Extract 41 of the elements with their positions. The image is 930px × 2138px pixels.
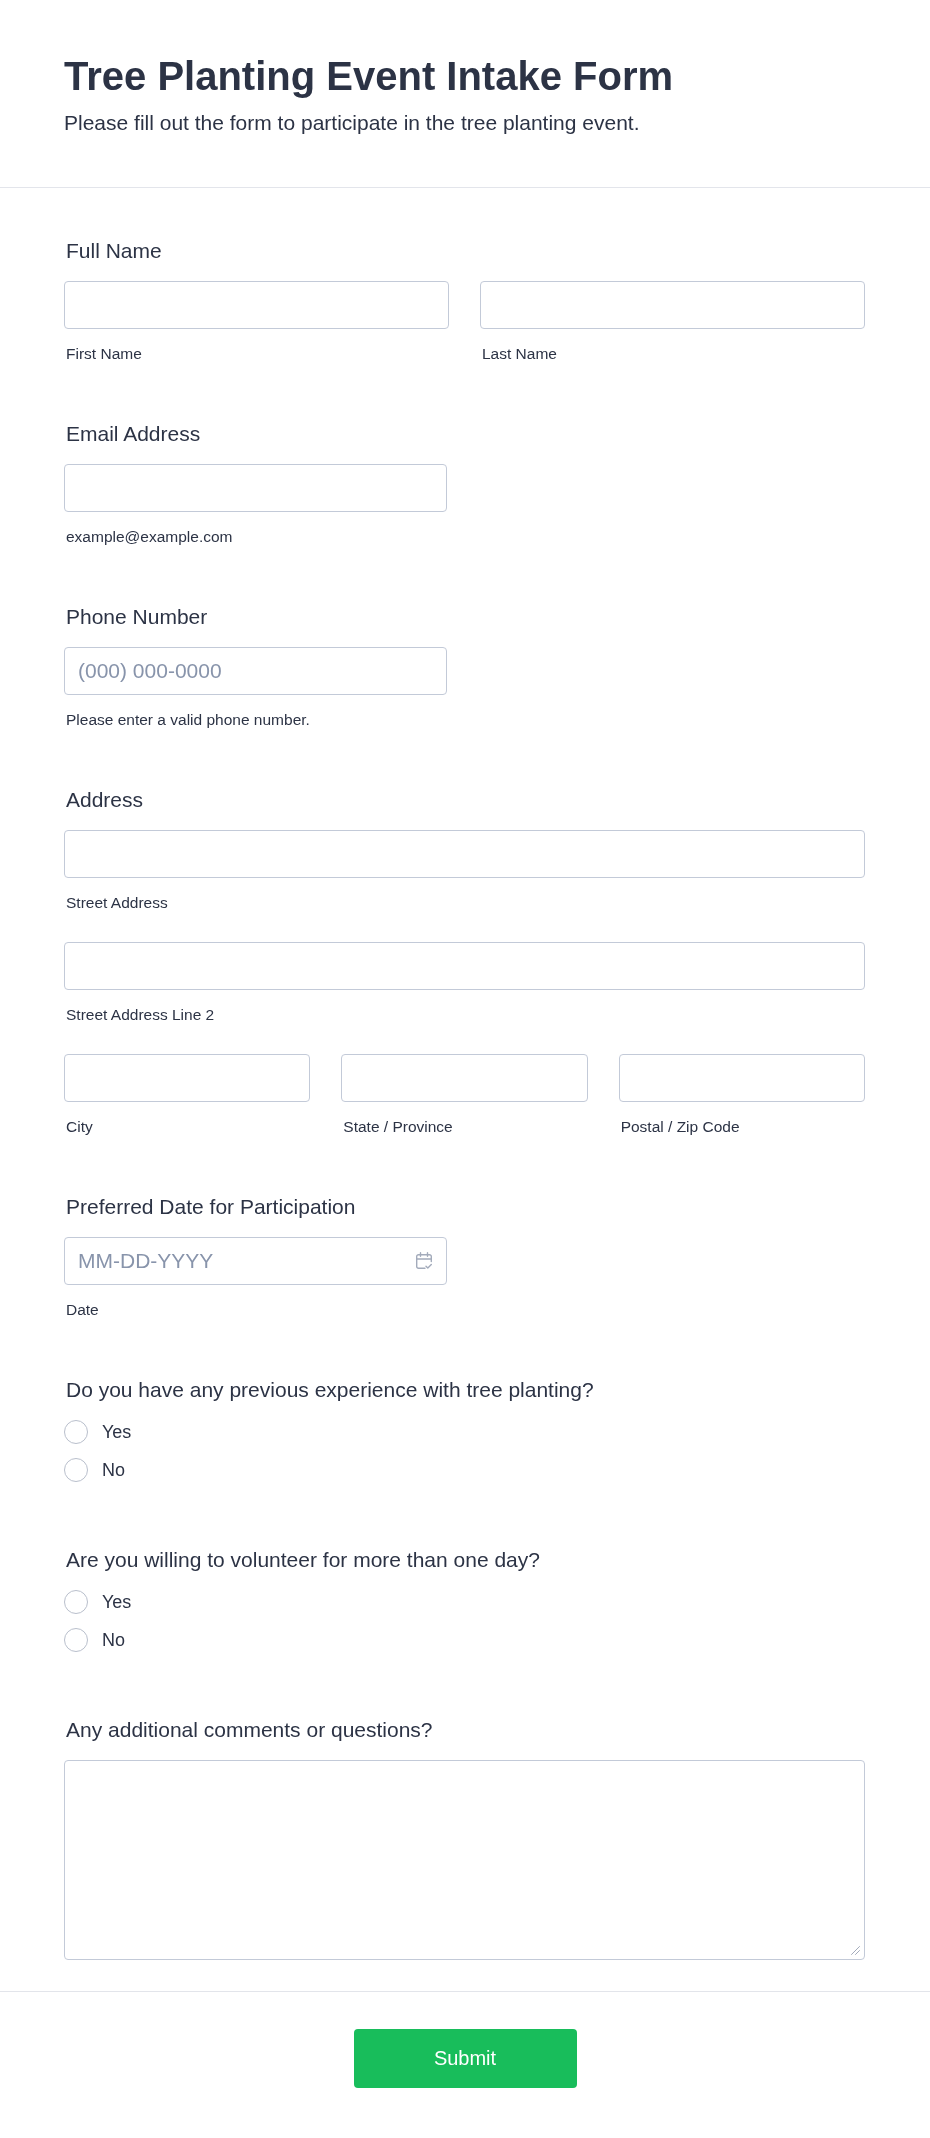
- field-label: Are you willing to volunteer for more than one day?: [65, 1548, 540, 1572]
- field-label: Do you have any previous experience with tree planting?: [65, 1378, 594, 1402]
- option-label[interactable]: Yes: [102, 1421, 132, 1443]
- text-field[interactable]: [480, 281, 865, 329]
- field-hint: Postal / Zip Code: [619, 1118, 740, 1136]
- field-hint: Street Address Line 2: [65, 1006, 215, 1024]
- radio-button[interactable]: [64, 1628, 88, 1652]
- field-hint: Please enter a valid phone number.: [65, 711, 310, 729]
- date-field[interactable]: MM-DD-YYYY: [64, 1237, 447, 1285]
- field-hint: Last Name: [481, 345, 557, 363]
- text-field[interactable]: [64, 464, 447, 512]
- field-label: Address: [65, 788, 144, 812]
- text-field[interactable]: (000) 000-0000: [64, 647, 447, 695]
- text-field[interactable]: [618, 1054, 865, 1102]
- calendar-icon[interactable]: [416, 1252, 432, 1270]
- option-label[interactable]: Yes: [102, 1591, 132, 1613]
- field-label: Email Address: [65, 422, 201, 446]
- comment-textarea[interactable]: [64, 1760, 865, 1960]
- field-hint: City: [65, 1118, 93, 1136]
- form-title: Tree Planting Event Intake Form: [64, 54, 674, 98]
- text-field[interactable]: [64, 1054, 311, 1102]
- resize-grip-icon[interactable]: [851, 1946, 860, 1955]
- text-field[interactable]: [64, 830, 865, 878]
- field-hint: Date: [65, 1301, 99, 1319]
- text-field[interactable]: [64, 942, 865, 990]
- radio-button[interactable]: [64, 1458, 88, 1482]
- field-hint: State / Province: [342, 1118, 453, 1136]
- option-label[interactable]: No: [102, 1629, 125, 1651]
- field-hint: example@example.com: [65, 528, 233, 546]
- field-label: Preferred Date for Participation: [65, 1195, 356, 1219]
- text-field[interactable]: [341, 1054, 588, 1102]
- option-label[interactable]: No: [102, 1459, 125, 1481]
- field-hint: First Name: [65, 345, 142, 363]
- field-label: Any additional comments or questions?: [65, 1718, 433, 1742]
- radio-button[interactable]: [64, 1420, 88, 1444]
- field-label: Phone Number: [65, 605, 208, 629]
- field-hint: Street Address: [65, 894, 168, 912]
- radio-button[interactable]: [64, 1590, 88, 1614]
- form-subtitle: Please fill out the form to participate in the tree planting event.: [64, 111, 640, 135]
- text-field[interactable]: [64, 281, 449, 329]
- field-label: Full Name: [65, 239, 162, 263]
